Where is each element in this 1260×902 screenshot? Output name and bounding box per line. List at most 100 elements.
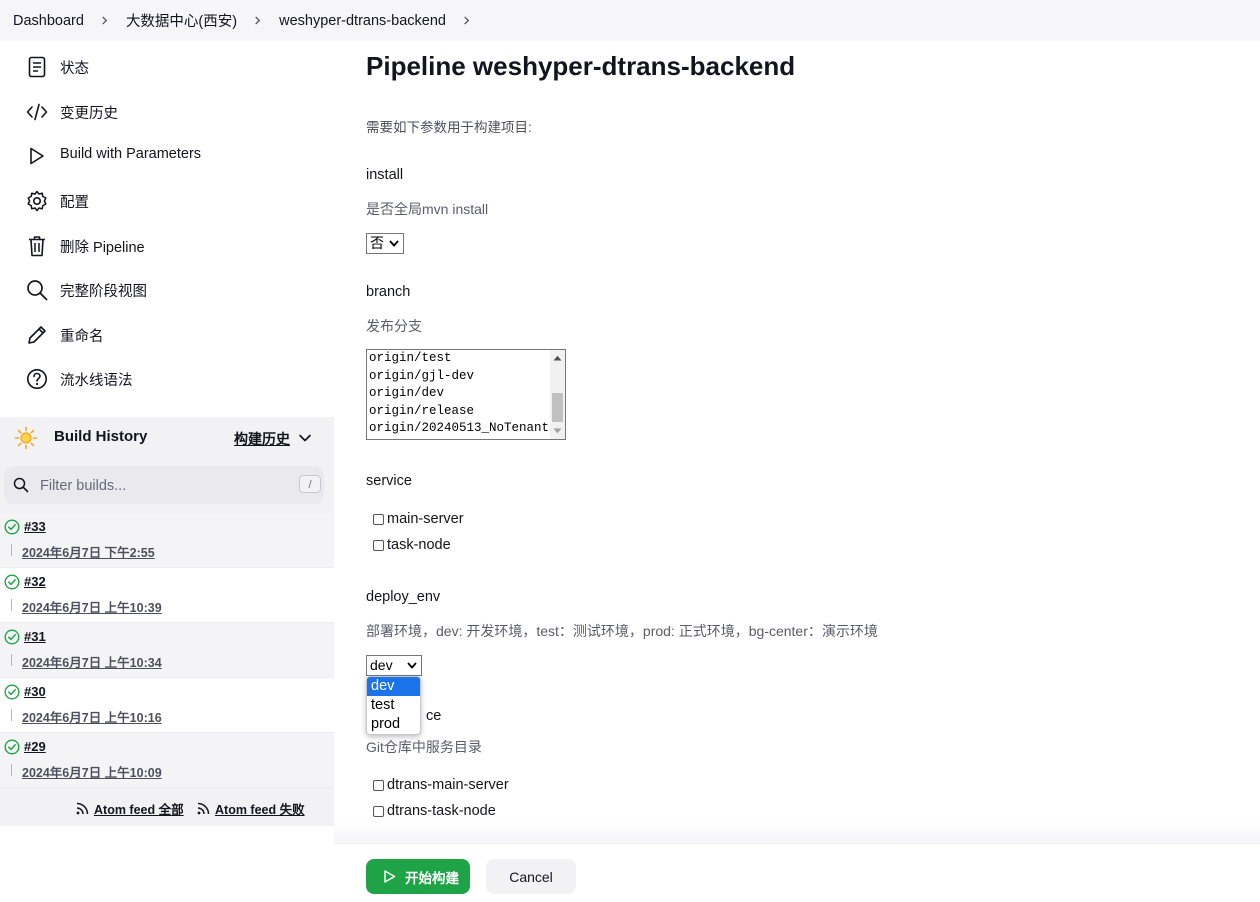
param-deploy-env-desc: 部署环境，dev: 开发环境，test：测试环境，prod: 正式环境，bg-c… [366, 623, 878, 639]
gear-icon [25, 189, 49, 213]
branch-option[interactable]: origin/test [367, 350, 565, 368]
sidebar-item-status[interactable]: 状态 [0, 45, 334, 85]
chevron-right-icon [102, 16, 108, 25]
build-number-link[interactable]: #29 [24, 739, 46, 754]
build-filter-container: / [0, 459, 334, 513]
build-filter: / [4, 466, 324, 504]
atom-feed-all-link[interactable]: Atom feed 全部 [76, 799, 184, 818]
service-dir-checkbox-main[interactable]: dtrans-main-server [373, 777, 509, 793]
code-icon [25, 100, 49, 124]
scrollbar-thumb[interactable] [552, 393, 563, 422]
build-row[interactable]: #33 2024年6月7日 下午2:55 [0, 513, 334, 568]
chevron-down-icon[interactable] [298, 431, 312, 445]
parameters-intro: 需要如下参数用于构建项目: [366, 120, 532, 135]
start-build-button[interactable]: 开始构建 [366, 859, 470, 894]
success-check-icon [4, 739, 20, 755]
build-history-title: Build History [54, 428, 148, 445]
build-row[interactable]: #32 2024年6月7日 上午10:39 [0, 568, 334, 623]
deploy-env-select[interactable]: dev [366, 655, 422, 676]
success-check-icon [4, 519, 20, 535]
breadcrumb-item-folder[interactable]: 大数据中心(西安) [113, 10, 266, 31]
chevron-right-icon [255, 16, 261, 25]
param-install-desc: 是否全局mvn install [366, 201, 489, 217]
checkbox[interactable] [373, 805, 384, 817]
branch-option[interactable]: origin/release [367, 403, 565, 421]
build-number-link[interactable]: #31 [24, 629, 46, 644]
deploy-env-dropdown[interactable]: dev test prod [366, 676, 421, 735]
success-check-icon [4, 629, 20, 645]
sidebar-item-configure[interactable]: 配置 [0, 179, 334, 219]
search-icon [13, 477, 29, 493]
chevron-down-icon [389, 240, 399, 247]
param-branch-name: branch [366, 284, 411, 300]
dropdown-option-prod[interactable]: prod [367, 715, 420, 734]
sidebar-item-rename[interactable]: 重命名 [0, 313, 334, 353]
build-date-link[interactable]: 2024年6月7日 上午10:34 [22, 652, 162, 671]
build-divider [11, 764, 12, 776]
build-divider [11, 654, 12, 666]
sun-weather-icon [14, 426, 38, 450]
sidebar-item-full-stage-view[interactable]: 完整阶段视图 [0, 268, 334, 308]
branch-listbox[interactable]: origin/test origin/gjl-dev origin/dev or… [366, 349, 566, 440]
sidebar-item-build-with-parameters[interactable]: Build with Parameters [0, 134, 334, 174]
service-checkbox-main-server[interactable]: main-server [373, 511, 464, 527]
build-row[interactable]: #30 2024年6月7日 上午10:16 [0, 678, 334, 733]
build-row[interactable]: #31 2024年6月7日 上午10:34 [0, 623, 334, 678]
scroll-up-arrow-icon[interactable] [553, 355, 562, 361]
atom-feeds: Atom feed 全部 Atom feed 失败 [0, 788, 334, 826]
service-checkbox-task-node[interactable]: task-node [373, 537, 451, 553]
trash-icon [25, 234, 49, 258]
build-row[interactable]: #29 2024年6月7日 上午10:09 [0, 733, 334, 788]
bottom-action-bar: 开始构建 Cancel [334, 843, 1260, 902]
scroll-down-arrow-icon[interactable] [553, 428, 562, 434]
build-number-link[interactable]: #33 [24, 519, 46, 534]
sidebar-item-pipeline-syntax[interactable]: 流水线语法 [0, 357, 334, 397]
page-title: Pipeline weshyper-dtrans-backend [366, 51, 796, 81]
breadcrumb-item-job[interactable]: weshyper-dtrans-backend [266, 13, 475, 29]
build-history-header: Build History 构建历史 [0, 417, 334, 459]
install-select[interactable]: 否 [366, 233, 404, 254]
build-date-link[interactable]: 2024年6月7日 下午2:55 [22, 542, 155, 561]
sidebar-item-changes[interactable]: 变更历史 [0, 90, 334, 130]
keyboard-shortcut-hint: / [299, 475, 321, 493]
help-icon [25, 367, 49, 391]
rss-icon [76, 802, 89, 815]
sidebar-item-delete-pipeline[interactable]: 删除 Pipeline [0, 224, 334, 264]
branch-option[interactable]: origin/dev [367, 385, 565, 403]
build-date-link[interactable]: 2024年6月7日 上午10:39 [22, 597, 162, 616]
document-icon [25, 55, 49, 79]
build-divider [11, 544, 12, 556]
build-date-link[interactable]: 2024年6月7日 上午10:09 [22, 762, 162, 781]
search-icon [25, 278, 49, 302]
build-number-link[interactable]: #32 [24, 574, 46, 589]
filter-builds-input[interactable] [38, 474, 282, 498]
play-icon [25, 144, 49, 168]
success-check-icon [4, 684, 20, 700]
dropdown-option-dev[interactable]: dev [367, 677, 420, 696]
branch-option[interactable]: origin/gjl-dev [367, 368, 565, 386]
service-dir-checkbox-task[interactable]: dtrans-task-node [373, 803, 496, 819]
success-check-icon [4, 574, 20, 590]
dropdown-option-test[interactable]: test [367, 696, 420, 715]
param-branch-desc: 发布分支 [366, 318, 422, 334]
param-service-name: service [366, 473, 412, 489]
checkbox[interactable] [373, 779, 384, 791]
build-trend-link[interactable]: 构建历史 [234, 429, 290, 449]
build-divider [11, 709, 12, 721]
breadcrumb-item-dashboard[interactable]: Dashboard [0, 13, 113, 29]
param-deploy-env-name: deploy_env [366, 589, 441, 605]
sidebar: 状态 变更历史 Build with Parameters 配置 删除 Pipe… [0, 41, 334, 901]
build-divider [11, 599, 12, 611]
cancel-button[interactable]: Cancel [486, 859, 576, 894]
checkbox[interactable] [373, 539, 384, 551]
atom-feed-failed-link[interactable]: Atom feed 失败 [197, 799, 305, 818]
main-content: Pipeline weshyper-dtrans-backend 需要如下参数用… [366, 41, 1246, 841]
checkbox[interactable] [373, 513, 384, 525]
scroll-fade [334, 820, 1260, 843]
build-date-link[interactable]: 2024年6月7日 上午10:16 [22, 707, 162, 726]
breadcrumb: Dashboard 大数据中心(西安) weshyper-dtrans-back… [0, 0, 1260, 41]
chevron-down-icon [407, 662, 417, 669]
build-number-link[interactable]: #30 [24, 684, 46, 699]
param-install-name: install [366, 167, 404, 183]
branch-option[interactable]: origin/20240513_NoTenant [367, 420, 565, 438]
